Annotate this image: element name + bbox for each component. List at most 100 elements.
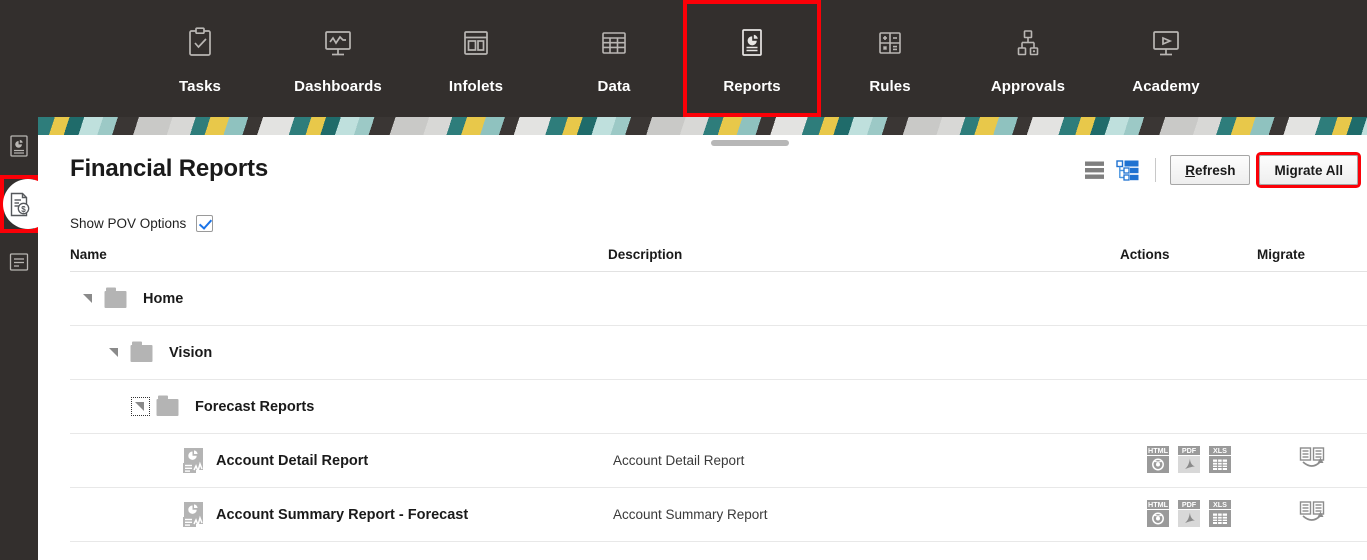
row-migrate-cell (1257, 488, 1367, 542)
sidebar-item-documents[interactable] (0, 233, 38, 291)
row-actions-cell: HTML PDF (1120, 488, 1257, 542)
sidebar-item-financial-reports[interactable]: $ (0, 175, 38, 233)
decorative-texture-band (38, 117, 1367, 135)
nav-item-label: Approvals (991, 78, 1065, 95)
row-name-cell: Forecast Reports (70, 380, 608, 434)
row-actions-cell (1120, 380, 1257, 434)
top-navigation-bar: Tasks Dashboards (0, 0, 1367, 117)
infolet-panels-icon (457, 24, 495, 62)
report-file-icon (183, 447, 209, 474)
row-name-cell: Account Summary Report - Forecast (70, 488, 608, 542)
refresh-label-rest: efresh (1195, 163, 1236, 178)
row-description-cell: Account Summary Report (608, 488, 1120, 542)
refresh-button[interactable]: Refresh (1170, 155, 1250, 185)
nav-item-dashboards[interactable]: Dashboards (269, 0, 407, 117)
page-header: Financial Reports (38, 147, 1367, 199)
row-name-cell: Account Detail Report (70, 434, 608, 488)
nav-item-label: Academy (1132, 78, 1199, 95)
nav-item-academy[interactable]: Academy (1097, 0, 1235, 117)
row-migrate-cell (1257, 272, 1367, 326)
financial-reports-rail-icon: $ (8, 192, 31, 217)
export-pdf-icon[interactable]: PDF (1177, 445, 1201, 474)
column-header-actions[interactable]: Actions (1120, 247, 1257, 272)
folder-icon (129, 340, 159, 365)
nav-item-label: Rules (869, 78, 910, 95)
table-row[interactable]: Forecast Reports (70, 380, 1367, 434)
left-sidebar-rail: $ (0, 117, 38, 560)
expand-toggle-icon[interactable] (108, 346, 121, 359)
nav-item-label: Reports (723, 78, 780, 95)
row-migrate-cell (1257, 380, 1367, 434)
nav-item-approvals[interactable]: Approvals (959, 0, 1097, 117)
pov-options-label: Show POV Options (70, 216, 186, 231)
row-description-cell (608, 380, 1120, 434)
panel-drag-handle[interactable] (711, 140, 789, 146)
migrate-icon[interactable] (1297, 460, 1327, 475)
row-actions-cell: HTML PDF (1120, 434, 1257, 488)
table-row[interactable]: Account Summary Report - Forecast Accoun… (70, 488, 1367, 542)
row-description-cell (608, 326, 1120, 380)
nav-left-spacer (0, 0, 131, 117)
folder-icon (103, 286, 133, 311)
export-pdf-icon[interactable]: PDF (1177, 499, 1201, 528)
column-header-migrate[interactable]: Migrate (1257, 247, 1367, 272)
folder-icon (155, 394, 185, 419)
folder-label: Forecast Reports (195, 399, 314, 415)
table-row[interactable]: Home (70, 272, 1367, 326)
clipboard-check-icon (181, 24, 219, 62)
svg-text:XLS: XLS (1213, 446, 1227, 455)
nav-item-label: Data (598, 78, 631, 95)
calculator-icon (871, 24, 909, 62)
row-actions-cell (1120, 326, 1257, 380)
svg-text:HTML: HTML (1148, 500, 1169, 509)
folder-label: Home (143, 291, 183, 307)
row-description-cell (608, 272, 1120, 326)
sidebar-item-reports[interactable] (0, 117, 38, 175)
reports-table-head: Name Description Actions Migrate (70, 247, 1367, 272)
export-html-icon[interactable]: HTML (1146, 499, 1170, 528)
column-header-description[interactable]: Description (608, 247, 1120, 272)
tree-view-icon[interactable] (1115, 158, 1141, 182)
application-root: Tasks Dashboards (0, 0, 1367, 560)
documents-rail-icon (8, 251, 30, 273)
row-description-cell: Account Detail Report (608, 434, 1120, 488)
nav-item-rules[interactable]: Rules (821, 0, 959, 117)
content-panel: Financial Reports (38, 135, 1367, 560)
row-name-cell: Vision (70, 326, 608, 380)
reports-table-body: Home (70, 272, 1367, 542)
expand-toggle-icon[interactable] (82, 292, 95, 305)
nav-item-label: Dashboards (294, 78, 382, 95)
data-grid-icon (595, 24, 633, 62)
migrate-icon[interactable] (1297, 514, 1327, 529)
top-nav-items: Tasks Dashboards (0, 0, 1367, 117)
migrate-all-button[interactable]: Migrate All (1259, 155, 1358, 185)
row-migrate-cell (1257, 434, 1367, 488)
reports-table: Name Description Actions Migrate (70, 247, 1367, 542)
page-title: Financial Reports (70, 155, 268, 183)
list-view-icon[interactable] (1083, 158, 1109, 182)
report-file-icon (183, 501, 209, 528)
row-migrate-cell (1257, 326, 1367, 380)
export-xls-icon[interactable]: XLS (1208, 445, 1232, 474)
report-label: Account Detail Report (216, 453, 368, 469)
nav-item-reports[interactable]: Reports (683, 0, 821, 117)
nav-item-tasks[interactable]: Tasks (131, 0, 269, 117)
nav-item-infolets[interactable]: Infolets (407, 0, 545, 117)
action-icon-group: HTML PDF (1146, 499, 1232, 528)
expand-toggle-icon[interactable] (134, 400, 147, 413)
nav-item-data[interactable]: Data (545, 0, 683, 117)
action-icon-group: HTML PDF (1146, 445, 1232, 474)
nav-item-label: Infolets (449, 78, 503, 95)
show-pov-options-checkbox[interactable] (196, 215, 213, 232)
toolbar-divider (1155, 158, 1156, 182)
column-header-name[interactable]: Name (70, 247, 608, 272)
folder-label: Vision (169, 345, 212, 361)
header-toolbar: Refresh Migrate All (1083, 155, 1358, 185)
export-html-icon[interactable]: HTML (1146, 445, 1170, 474)
svg-text:$: $ (21, 205, 26, 214)
table-row[interactable]: Account Detail Report Account Detail Rep… (70, 434, 1367, 488)
table-row[interactable]: Vision (70, 326, 1367, 380)
monitor-chart-icon (319, 24, 357, 62)
export-xls-icon[interactable]: XLS (1208, 499, 1232, 528)
org-hierarchy-icon (1009, 24, 1047, 62)
